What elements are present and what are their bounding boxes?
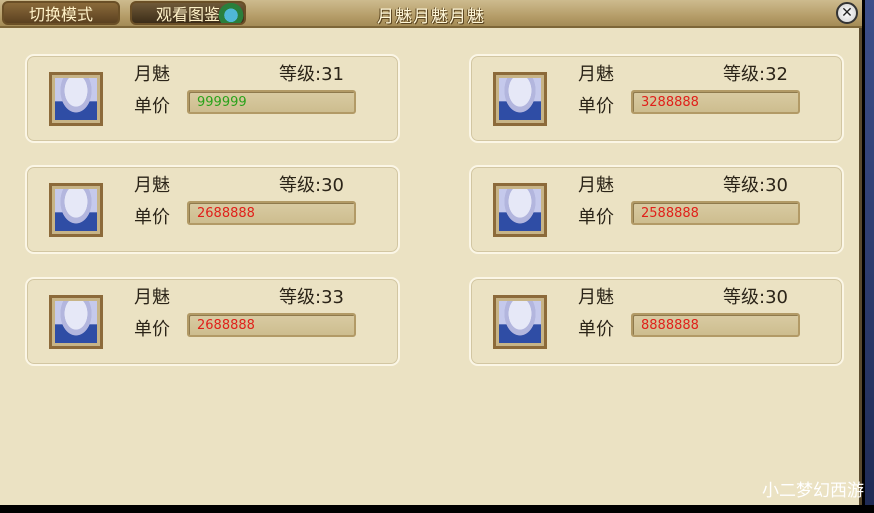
close-button[interactable]: ✕: [836, 2, 858, 24]
price-label: 单价: [134, 207, 170, 228]
price-field: 999999: [187, 90, 356, 114]
pet-name: 月魅: [134, 64, 170, 85]
price-label: 单价: [578, 207, 614, 228]
pet-name: 月魅: [578, 287, 614, 308]
background-window-edge: [865, 0, 874, 505]
pet-portrait-icon: [499, 189, 541, 231]
pet-avatar: [493, 72, 547, 126]
price-value: 2688888: [197, 318, 255, 333]
listing-card[interactable]: 月魅 等级:32 单价 3288888: [469, 54, 844, 143]
globe-icon: [214, 3, 244, 23]
price-field: 2588888: [631, 201, 800, 225]
pet-portrait-icon: [499, 301, 541, 343]
view-atlas-label: 观看图鉴: [155, 5, 220, 24]
pet-level: 等级:30: [723, 287, 788, 308]
pet-avatar: [49, 295, 103, 349]
pet-portrait-icon: [55, 301, 97, 343]
pet-name: 月魅: [578, 64, 614, 85]
market-panel: 月魅月魅月魅 切换模式 观看图鉴 ✕ 月魅 等级:31 单价 999999 月魅…: [0, 0, 862, 505]
price-label: 单价: [578, 96, 614, 117]
pet-name: 月魅: [134, 175, 170, 196]
pet-portrait-icon: [55, 78, 97, 120]
pet-level: 等级:30: [279, 175, 344, 196]
price-field: 2688888: [187, 201, 356, 225]
pet-portrait-icon: [55, 189, 97, 231]
price-value: 999999: [197, 95, 247, 110]
pet-avatar: [493, 183, 547, 237]
pet-avatar: [493, 295, 547, 349]
price-value: 2688888: [197, 206, 255, 221]
listing-card[interactable]: 月魅 等级:31 单价 999999: [25, 54, 400, 143]
pet-avatar: [49, 183, 103, 237]
pet-name: 月魅: [578, 175, 614, 196]
pet-portrait-icon: [499, 78, 541, 120]
price-label: 单价: [578, 319, 614, 340]
price-value: 2588888: [641, 206, 699, 221]
price-label: 单价: [134, 319, 170, 340]
listing-card[interactable]: 月魅 等级:30 单价 2688888: [25, 165, 400, 254]
price-value: 8888888: [641, 318, 699, 333]
view-atlas-button[interactable]: 观看图鉴: [130, 1, 246, 25]
pet-name: 月魅: [134, 287, 170, 308]
listing-card[interactable]: 月魅 等级:30 单价 2588888: [469, 165, 844, 254]
price-value: 3288888: [641, 95, 699, 110]
pet-level: 等级:30: [723, 175, 788, 196]
listing-card[interactable]: 月魅 等级:33 单价 2688888: [25, 277, 400, 366]
pet-level: 等级:32: [723, 64, 788, 85]
price-label: 单价: [134, 96, 170, 117]
price-field: 3288888: [631, 90, 800, 114]
price-field: 2688888: [187, 313, 356, 337]
watermark: 小二梦幻西游: [762, 481, 864, 501]
listing-card[interactable]: 月魅 等级:30 单价 8888888: [469, 277, 844, 366]
pet-avatar: [49, 72, 103, 126]
price-field: 8888888: [631, 313, 800, 337]
switch-mode-button[interactable]: 切换模式: [2, 1, 120, 25]
pet-level: 等级:33: [279, 287, 344, 308]
pet-level: 等级:31: [279, 64, 344, 85]
